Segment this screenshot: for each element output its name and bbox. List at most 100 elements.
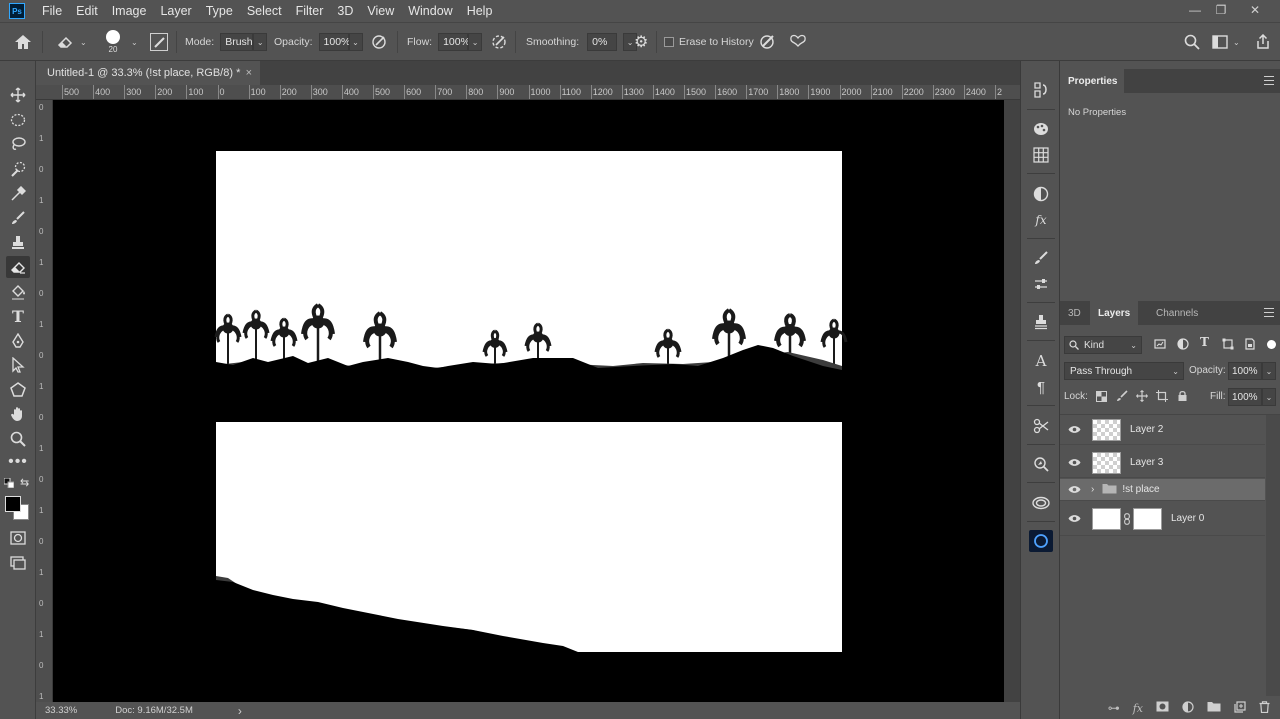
foreground-color-swatch[interactable]: [5, 496, 21, 512]
menu-filter[interactable]: Filter: [289, 0, 331, 22]
workspace-switcher-icon[interactable]: ⌄: [1212, 23, 1240, 61]
menu-3d[interactable]: 3D: [330, 0, 360, 22]
delete-layer-trash-icon[interactable]: [1259, 700, 1270, 716]
layer-row[interactable]: Layer 0: [1060, 502, 1265, 536]
tab-channels[interactable]: Channels: [1148, 301, 1206, 325]
document-canvas[interactable]: [53, 100, 1004, 702]
more-tools-icon[interactable]: •••: [6, 451, 30, 473]
new-adjustment-layer-icon[interactable]: [1182, 700, 1194, 716]
menu-edit[interactable]: Edit: [69, 0, 105, 22]
menu-file[interactable]: File: [35, 0, 69, 22]
airbrush-icon[interactable]: [491, 23, 509, 61]
properties-menu-icon[interactable]: [1264, 76, 1274, 88]
brush-settings-icon[interactable]: [1029, 273, 1053, 295]
flow-input[interactable]: 100%: [438, 33, 470, 51]
lock-all-icon[interactable]: [1177, 390, 1188, 405]
quick-mask-icon[interactable]: [6, 527, 30, 549]
visibility-eye-icon[interactable]: [1060, 458, 1088, 467]
type-tool-icon[interactable]: T: [6, 305, 30, 327]
mask-link-chain-icon[interactable]: [1121, 512, 1133, 525]
screen-mode-icon[interactable]: [6, 552, 30, 574]
mode-select[interactable]: Brush: [220, 33, 254, 51]
quick-selection-icon[interactable]: [6, 158, 30, 180]
extension-ring-icon[interactable]: [1029, 530, 1053, 552]
hand-tool-icon[interactable]: [6, 403, 30, 425]
libraries-cloud-icon[interactable]: [1029, 492, 1053, 514]
polygon-shape-icon[interactable]: [6, 379, 30, 401]
canvas-vertical-scrollbar[interactable]: [1004, 100, 1020, 702]
adjustments-icon[interactable]: [1029, 183, 1053, 205]
fill-input[interactable]: 100%: [1228, 388, 1262, 406]
default-colors-icon[interactable]: [3, 477, 15, 491]
layer-row[interactable]: Layer 2: [1060, 415, 1265, 445]
filter-type-icon[interactable]: T: [1200, 335, 1209, 349]
pressure-size-icon[interactable]: [759, 23, 777, 61]
swap-colors-icon[interactable]: ⇆: [20, 476, 29, 489]
menu-layer[interactable]: Layer: [153, 0, 198, 22]
restore-icon[interactable]: ❐: [1206, 0, 1236, 20]
new-layer-icon[interactable]: [1234, 700, 1246, 716]
visibility-eye-icon[interactable]: [1060, 514, 1088, 523]
document-tab[interactable]: Untitled-1 @ 33.3% (!st place, RGB/8) * …: [36, 61, 260, 85]
fill-chevron-icon[interactable]: ⌄: [1262, 388, 1276, 406]
swatches-grid-icon[interactable]: [1029, 144, 1053, 166]
filter-shape-icon[interactable]: [1222, 338, 1234, 353]
blend-mode-select[interactable]: Pass Through ⌄: [1064, 362, 1184, 380]
character-panel-icon[interactable]: A: [1029, 350, 1053, 372]
properties-tab[interactable]: Properties: [1060, 69, 1124, 93]
flow-dropdown-icon[interactable]: ⌄: [468, 33, 483, 51]
pen-tool-icon[interactable]: [6, 330, 30, 352]
brush-picker-chevron-icon[interactable]: ⌄: [131, 23, 138, 61]
menu-select[interactable]: Select: [240, 0, 289, 22]
zoom-level[interactable]: 33.33%: [45, 705, 77, 716]
layer-group-row[interactable]: › !st place: [1060, 479, 1265, 501]
menu-type[interactable]: Type: [199, 0, 240, 22]
smoothing-options-gear-icon[interactable]: ⚙: [634, 23, 648, 61]
eraser-tool-preset-icon[interactable]: ⌄: [56, 23, 87, 61]
zoom-tool-icon[interactable]: [6, 428, 30, 450]
path-selection-icon[interactable]: [6, 354, 30, 376]
layer-row[interactable]: Layer 3: [1060, 448, 1265, 478]
lasso-tool-icon[interactable]: [6, 133, 30, 155]
menu-image[interactable]: Image: [105, 0, 154, 22]
menu-help[interactable]: Help: [460, 0, 500, 22]
menu-view[interactable]: View: [360, 0, 401, 22]
layers-scrollbar[interactable]: [1266, 415, 1280, 696]
visibility-eye-icon[interactable]: [1060, 485, 1088, 494]
pressure-opacity-icon[interactable]: [371, 23, 389, 61]
layer-name[interactable]: Layer 0: [1171, 513, 1204, 524]
layer-filter-kind-select[interactable]: Kind ⌄: [1064, 336, 1142, 354]
layer-opacity-input[interactable]: 100%: [1228, 362, 1262, 380]
layer-name[interactable]: !st place: [1122, 484, 1159, 495]
layers-menu-icon[interactable]: [1264, 308, 1274, 320]
lock-transparent-icon[interactable]: [1096, 391, 1107, 405]
erase-to-history-checkbox[interactable]: [664, 37, 674, 47]
tool-presets-icon[interactable]: [1029, 415, 1053, 437]
brush-preset-picker[interactable]: 20: [106, 23, 120, 61]
filter-smart-object-icon[interactable]: [1244, 338, 1256, 353]
smoothing-input[interactable]: 0%: [587, 33, 618, 51]
eyedropper-icon[interactable]: [6, 183, 30, 205]
add-mask-icon[interactable]: [1156, 701, 1169, 715]
clone-source-icon[interactable]: [1029, 311, 1053, 333]
visibility-eye-icon[interactable]: [1060, 425, 1088, 434]
tab-3d[interactable]: 3D: [1060, 301, 1089, 325]
paragraph-panel-icon[interactable]: ¶: [1029, 376, 1053, 398]
layer-name[interactable]: Layer 2: [1130, 424, 1163, 435]
filter-adjustment-icon[interactable]: [1177, 338, 1189, 353]
brush-tool-icon[interactable]: [6, 207, 30, 229]
lock-artboard-icon[interactable]: [1156, 390, 1168, 405]
eraser-tool-icon[interactable]: [6, 256, 30, 278]
opacity-dropdown-icon[interactable]: ⌄: [348, 33, 363, 51]
tab-layers[interactable]: Layers: [1090, 301, 1139, 325]
history-icon[interactable]: [1029, 79, 1053, 101]
mode-dropdown-icon[interactable]: ⌄: [253, 33, 268, 51]
filter-toggle-icon[interactable]: [1264, 335, 1278, 353]
link-layers-icon[interactable]: ⊶: [1108, 701, 1120, 715]
menu-window[interactable]: Window: [401, 0, 459, 22]
lock-position-icon[interactable]: [1136, 390, 1148, 405]
clone-stamp-icon[interactable]: [6, 232, 30, 254]
close-window-icon[interactable]: ✕: [1240, 0, 1270, 20]
new-group-folder-icon[interactable]: [1207, 701, 1221, 715]
layer-name[interactable]: Layer 3: [1130, 457, 1163, 468]
